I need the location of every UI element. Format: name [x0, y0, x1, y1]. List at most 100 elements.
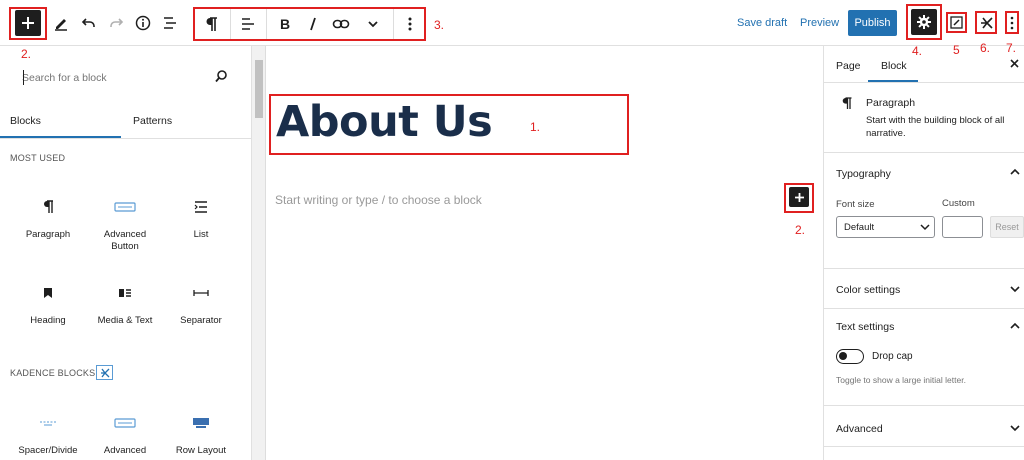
block-card-title: Paragraph	[866, 97, 916, 109]
color-settings-title: Color settings	[836, 284, 901, 296]
tab-block[interactable]: Block	[868, 47, 918, 83]
save-draft-button[interactable]: Save draft	[737, 17, 787, 29]
block-item-heading[interactable]: Heading	[12, 281, 84, 327]
block-item-row-layout[interactable]: Row Layout	[165, 411, 237, 457]
chevron-down-icon	[1010, 286, 1020, 293]
search-icon	[215, 70, 227, 83]
close-icon	[1010, 59, 1019, 68]
reset-font-size-button[interactable]: Reset	[990, 216, 1024, 238]
advanced-panel-toggle[interactable]: Advanced	[824, 406, 1024, 446]
custom-size-label: Custom	[942, 198, 975, 209]
kadence-button[interactable]	[975, 11, 997, 34]
block-item-advanced-button-kadence[interactable]: Advanced Button	[89, 411, 161, 457]
italic-button[interactable]	[300, 11, 326, 37]
block-item-label: List	[193, 229, 209, 240]
publish-label: Publish	[854, 17, 891, 29]
block-search-input[interactable]	[22, 70, 202, 86]
block-item-separator[interactable]: Separator	[165, 281, 237, 327]
block-item-spacer-divider[interactable]: Spacer/Divide	[12, 411, 84, 457]
transform-block-button[interactable]	[198, 11, 224, 37]
list-icon	[194, 201, 207, 213]
kadence-icon	[100, 368, 109, 377]
plus-icon	[794, 192, 804, 202]
block-item-advanced-button[interactable]: Advanced Button	[89, 195, 161, 253]
annotation-3: 3.	[434, 18, 445, 32]
drop-cap-help: Toggle to show a large initial letter.	[836, 375, 966, 385]
block-item-label: Media & Text	[97, 315, 153, 326]
advanced-title: Advanced	[836, 423, 883, 435]
undo-icon	[81, 18, 95, 27]
block-item-list[interactable]: List	[165, 195, 237, 241]
block-item-paragraph[interactable]: Paragraph	[12, 195, 84, 241]
font-size-select[interactable]: Default	[836, 216, 935, 238]
text-settings-toggle[interactable]: Text settings	[824, 309, 1024, 345]
chevron-up-icon	[1010, 322, 1020, 329]
search-button[interactable]	[214, 69, 228, 83]
close-sidebar-button[interactable]	[1010, 59, 1019, 68]
undo-button[interactable]	[76, 10, 102, 36]
options-button[interactable]	[1005, 11, 1019, 34]
chevron-up-icon	[1010, 168, 1020, 175]
drop-cap-toggle[interactable]	[836, 349, 864, 364]
block-item-label: Advanced Button	[103, 445, 147, 456]
block-item-label: Heading	[30, 315, 66, 326]
inserter-toggle-button[interactable]	[15, 10, 41, 36]
tools-button[interactable]	[48, 10, 74, 36]
row-layout-icon	[193, 418, 209, 428]
plugin-sidebar-button[interactable]	[946, 12, 967, 33]
button-icon	[114, 418, 136, 428]
post-title[interactable]: About Us	[276, 96, 493, 148]
reset-label: Reset	[995, 222, 1019, 232]
button-icon	[114, 202, 136, 212]
redo-button[interactable]	[103, 10, 129, 36]
scrollbar-thumb[interactable]	[255, 60, 263, 118]
font-size-value: Default	[844, 222, 875, 233]
media-text-icon-wrap	[89, 281, 161, 305]
bookmark-icon	[44, 288, 52, 298]
more-formats-button[interactable]	[360, 11, 386, 37]
separator-icon-wrap	[165, 281, 237, 305]
link-button[interactable]	[328, 11, 354, 37]
typography-panel-toggle[interactable]: Typography	[824, 153, 1024, 191]
inserter-scrollbar[interactable]	[252, 46, 266, 460]
block-item-label: Separator	[180, 315, 222, 326]
block-options-button[interactable]	[397, 11, 423, 37]
settings-button[interactable]	[911, 9, 937, 35]
search-caret	[23, 70, 24, 85]
custom-size-input[interactable]	[942, 216, 983, 238]
tab-blocks[interactable]: Blocks	[0, 108, 121, 139]
paragraph-icon	[206, 17, 217, 31]
list-view-button[interactable]	[157, 10, 183, 36]
bold-button[interactable]: B	[272, 11, 298, 37]
chevron-down-icon	[920, 224, 930, 231]
kadence-badge	[96, 365, 113, 380]
spacer-icon	[40, 421, 56, 426]
details-button[interactable]	[130, 10, 156, 36]
kadence-heading: KADENCE BLOCKS	[10, 368, 96, 378]
toggle-knob	[839, 352, 847, 360]
text-settings-title: Text settings	[836, 321, 895, 333]
align-button[interactable]	[235, 11, 261, 37]
media-text-icon	[119, 289, 131, 297]
row-layout-icon-wrap	[165, 411, 237, 435]
paragraph-icon-wrap	[12, 195, 84, 219]
tab-patterns[interactable]: Patterns	[121, 108, 252, 139]
separator-icon	[193, 290, 209, 296]
block-item-label: Row Layout	[175, 445, 227, 456]
tab-patterns-label: Patterns	[133, 115, 173, 127]
tab-page[interactable]: Page	[824, 47, 868, 83]
paragraph-icon	[44, 200, 53, 213]
block-toolbar-divider	[230, 9, 231, 39]
list-view-icon	[164, 17, 176, 29]
preview-button[interactable]: Preview	[800, 17, 839, 29]
button-icon-wrap	[89, 195, 161, 219]
paragraph-icon	[842, 97, 852, 109]
publish-button[interactable]: Publish	[848, 10, 897, 36]
block-item-media-text[interactable]: Media & Text	[89, 281, 161, 327]
color-settings-toggle[interactable]: Color settings	[824, 269, 1024, 309]
kadence-icon	[981, 16, 993, 29]
chevron-down-icon	[368, 21, 378, 28]
paragraph-placeholder[interactable]: Start writing or type / to choose a bloc…	[275, 193, 482, 207]
block-toolbar-divider	[393, 9, 394, 39]
block-inserter-button[interactable]	[789, 187, 809, 207]
